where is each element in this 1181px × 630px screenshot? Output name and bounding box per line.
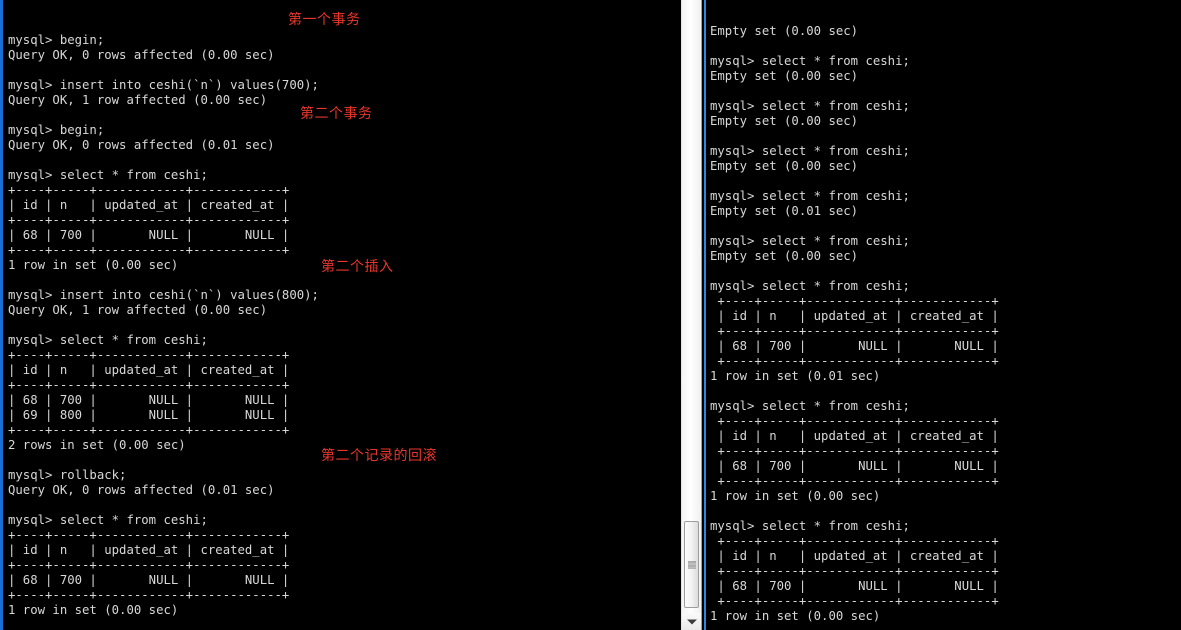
terminal-line: mysql> select * from ceshi; — [710, 54, 910, 68]
terminal-line: Query OK, 0 rows affected (0.01 sec) — [8, 483, 275, 497]
terminal-line: | 68 | 700 | NULL | NULL | — [710, 579, 999, 593]
terminal-line: | id | n | updated_at | created_at | — [8, 363, 290, 377]
scrollbar-down-button[interactable] — [682, 613, 701, 630]
annotation-second-record-rollback: 第二个记录的回滚 — [321, 448, 437, 464]
right-terminal-pane[interactable]: Empty set (0.00 sec) mysql> select * fro… — [704, 0, 1181, 630]
terminal-line: | 68 | 700 | NULL | NULL | — [710, 459, 999, 473]
terminal-line: | 68 | 700 | NULL | NULL | — [8, 393, 290, 407]
terminal-line: mysql> select * from ceshi; — [710, 234, 910, 248]
annotation-second-transaction: 第二个事务 — [300, 106, 373, 122]
terminal-line: mysql> select * from ceshi; — [710, 144, 910, 158]
terminal-line: +----+-----+------------+------------+ — [710, 444, 999, 458]
terminal-line: Query OK, 0 rows affected (0.01 sec) — [8, 138, 275, 152]
terminal-line: mysql> begin; — [8, 33, 105, 47]
terminal-line: Empty set (0.00 sec) — [710, 114, 859, 128]
terminal-line: mysql> select * from ceshi; — [710, 99, 910, 113]
terminal-line: mysql> select * from ceshi; — [710, 519, 910, 533]
terminal-line: | id | n | updated_at | created_at | — [710, 309, 999, 323]
terminal-line: +----+-----+------------+------------+ — [8, 558, 290, 572]
scrollbar-thumb[interactable] — [684, 521, 699, 608]
terminal-line: Query OK, 1 row affected (0.00 sec) — [8, 303, 268, 317]
terminal-line: 1 row in set (0.00 sec) — [8, 603, 179, 617]
terminal-line: +----+-----+------------+------------+ — [8, 423, 290, 437]
terminal-line: Empty set (0.00 sec) — [710, 69, 859, 83]
terminal-line: +----+-----+------------+------------+ — [8, 183, 290, 197]
terminal-line: Query OK, 0 rows affected (0.00 sec) — [8, 48, 275, 62]
chevron-down-icon — [686, 619, 697, 624]
terminal-line: +----+-----+------------+------------+ — [8, 243, 290, 257]
terminal-line: | 68 | 700 | NULL | NULL | — [8, 573, 290, 587]
terminal-line: +----+-----+------------+------------+ — [710, 324, 999, 338]
terminal-line: | id | n | updated_at | created_at | — [710, 549, 999, 563]
terminal-line: | 68 | 700 | NULL | NULL | — [710, 339, 999, 353]
terminal-line: Empty set (0.00 sec) — [710, 249, 859, 263]
terminal-line: | id | n | updated_at | created_at | — [8, 198, 290, 212]
terminal-line: | 69 | 800 | NULL | NULL | — [8, 408, 290, 422]
terminal-line: mysql> select * from ceshi; — [8, 513, 208, 527]
terminal-line: 1 row in set (0.00 sec) — [710, 609, 881, 623]
terminal-line: +----+-----+------------+------------+ — [8, 348, 290, 362]
terminal-line: +----+-----+------------+------------+ — [710, 294, 999, 308]
annotation-second-insert: 第二个插入 — [321, 259, 394, 275]
terminal-line: +----+-----+------------+------------+ — [710, 414, 999, 428]
terminal-line: 1 row in set (0.00 sec) — [710, 489, 881, 503]
terminal-line: mysql> insert into ceshi(`n`) values(700… — [8, 78, 319, 92]
terminal-line: mysql> select * from ceshi; — [710, 189, 910, 203]
terminal-line: mysql> select * from ceshi; — [8, 333, 208, 347]
scrollbar-track[interactable] — [682, 0, 701, 613]
terminal-line: +----+-----+------------+------------+ — [8, 378, 290, 392]
terminal-line: Empty set (0.01 sec) — [710, 204, 859, 218]
terminal-line: mysql> begin; — [8, 123, 105, 137]
vertical-scrollbar[interactable] — [681, 0, 702, 630]
terminal-line: mysql> select * from ceshi; — [710, 399, 910, 413]
right-terminal-output: Empty set (0.00 sec) mysql> select * fro… — [710, 24, 1181, 630]
terminal-line: | id | n | updated_at | created_at | — [8, 543, 290, 557]
terminal-line: +----+-----+------------+------------+ — [8, 588, 290, 602]
terminal-line: mysql> select * from ceshi; — [8, 168, 208, 182]
terminal-line: mysql> select * from ceshi; — [710, 279, 910, 293]
terminal-line: | 68 | 700 | NULL | NULL | — [8, 228, 290, 242]
terminal-line: +----+-----+------------+------------+ — [8, 528, 290, 542]
terminal-line: 1 row in set (0.01 sec) — [710, 369, 881, 383]
terminal-line: mysql> rollback; — [8, 468, 127, 482]
terminal-line: +----+-----+------------+------------+ — [710, 564, 999, 578]
terminal-line: | id | n | updated_at | created_at | — [710, 429, 999, 443]
scrollbar-grip-icon — [688, 561, 696, 568]
left-terminal-pane[interactable]: mysql> begin; Query OK, 0 rows affected (… — [0, 0, 676, 630]
terminal-line: +----+-----+------------+------------+ — [710, 594, 999, 608]
terminal-line: +----+-----+------------+------------+ — [710, 354, 999, 368]
terminal-line: +----+-----+------------+------------+ — [710, 534, 999, 548]
terminal-line: +----+-----+------------+------------+ — [710, 474, 999, 488]
terminal-line: +----+-----+------------+------------+ — [8, 213, 290, 227]
terminal-line: mysql> insert into ceshi(`n`) values(800… — [8, 288, 319, 302]
annotation-first-transaction: 第一个事务 — [288, 12, 361, 28]
terminal-line: Empty set (0.00 sec) — [710, 159, 859, 173]
terminal-line: Empty set (0.00 sec) — [710, 24, 859, 38]
